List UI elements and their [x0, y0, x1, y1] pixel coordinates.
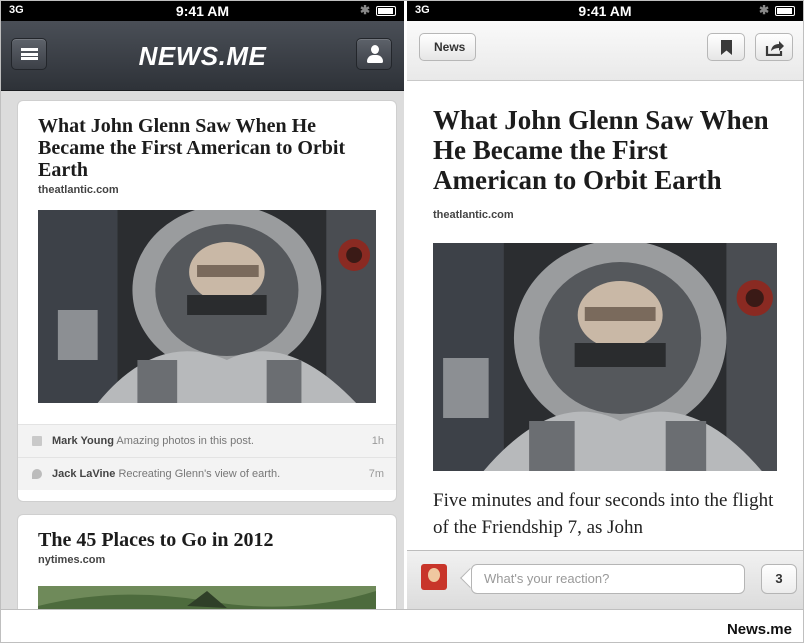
- comment-text: Amazing photos in this post.: [116, 435, 254, 447]
- status-bar: 3G 9:41 AM ✱: [407, 1, 803, 21]
- battery-icon: [775, 6, 795, 16]
- share-icon: [765, 41, 784, 56]
- story-card[interactable]: The 45 Places to Go in 2012 nytimes.com: [17, 514, 397, 609]
- article-photo: [433, 240, 777, 471]
- back-label: News: [434, 40, 466, 54]
- bookmark-button[interactable]: [707, 33, 745, 61]
- share-button[interactable]: [755, 33, 793, 61]
- figure-caption: News.me: [726, 621, 792, 638]
- story-source: theatlantic.com: [38, 184, 119, 196]
- comment-time: 1h: [371, 435, 384, 447]
- facebook-icon: [32, 436, 42, 446]
- story-headline[interactable]: The 45 Places to Go in 2012: [38, 529, 376, 551]
- reaction-bar: What's your reaction? 3: [407, 550, 803, 609]
- story-source: nytimes.com: [38, 554, 106, 566]
- story-comments: Mark Young Amazing photos in this post. …: [18, 424, 396, 490]
- article-content: What John Glenn Saw When He Became the F…: [407, 81, 803, 541]
- story-photo[interactable]: [38, 205, 376, 403]
- comment-row[interactable]: Mark Young Amazing photos in this post. …: [18, 424, 396, 457]
- feed-navbar: NEWS.ME: [1, 21, 404, 91]
- comment-row[interactable]: Jack LaVine Recreating Glenn's view of e…: [18, 457, 396, 490]
- back-button[interactable]: News: [419, 33, 477, 61]
- article-headline: What John Glenn Saw When He Became the F…: [433, 105, 769, 195]
- article-screen: 3G 9:41 AM ✱ News What John Glenn Saw Wh…: [407, 1, 803, 609]
- twitter-icon: [32, 469, 42, 479]
- comment-text: Recreating Glenn's view of earth.: [118, 468, 281, 480]
- bluetooth-icon: ✱: [359, 3, 370, 17]
- article-source[interactable]: theatlantic.com: [433, 209, 777, 221]
- bookmark-icon: [721, 40, 732, 55]
- profile-button[interactable]: [356, 38, 392, 70]
- battery-icon: [376, 6, 396, 16]
- status-time: 9:41 AM: [578, 3, 632, 19]
- person-icon: [366, 45, 384, 65]
- reaction-count-button[interactable]: 3: [761, 564, 797, 594]
- comment-author: Jack LaVine: [52, 468, 116, 480]
- status-bar: 3G 9:41 AM ✱: [1, 1, 404, 21]
- caption-divider: [0, 609, 804, 610]
- feed-screen: 3G 9:41 AM ✱ NEWS.ME What John Glenn Saw…: [1, 1, 404, 609]
- avatar: [421, 564, 447, 590]
- bluetooth-icon: ✱: [758, 3, 769, 17]
- story-photo[interactable]: [38, 586, 376, 609]
- story-headline[interactable]: What John Glenn Saw When He Became the F…: [38, 115, 376, 181]
- story-card[interactable]: What John Glenn Saw When He Became the F…: [17, 100, 397, 502]
- reaction-input[interactable]: What's your reaction?: [471, 564, 745, 594]
- comment-time: 7m: [368, 468, 384, 480]
- comment-author: Mark Young: [52, 435, 114, 447]
- article-navbar: News: [407, 21, 803, 81]
- status-time: 9:41 AM: [175, 3, 230, 19]
- article-body: Five minutes and four seconds into the f…: [433, 490, 774, 538]
- app-title: NEWS.ME: [138, 41, 267, 71]
